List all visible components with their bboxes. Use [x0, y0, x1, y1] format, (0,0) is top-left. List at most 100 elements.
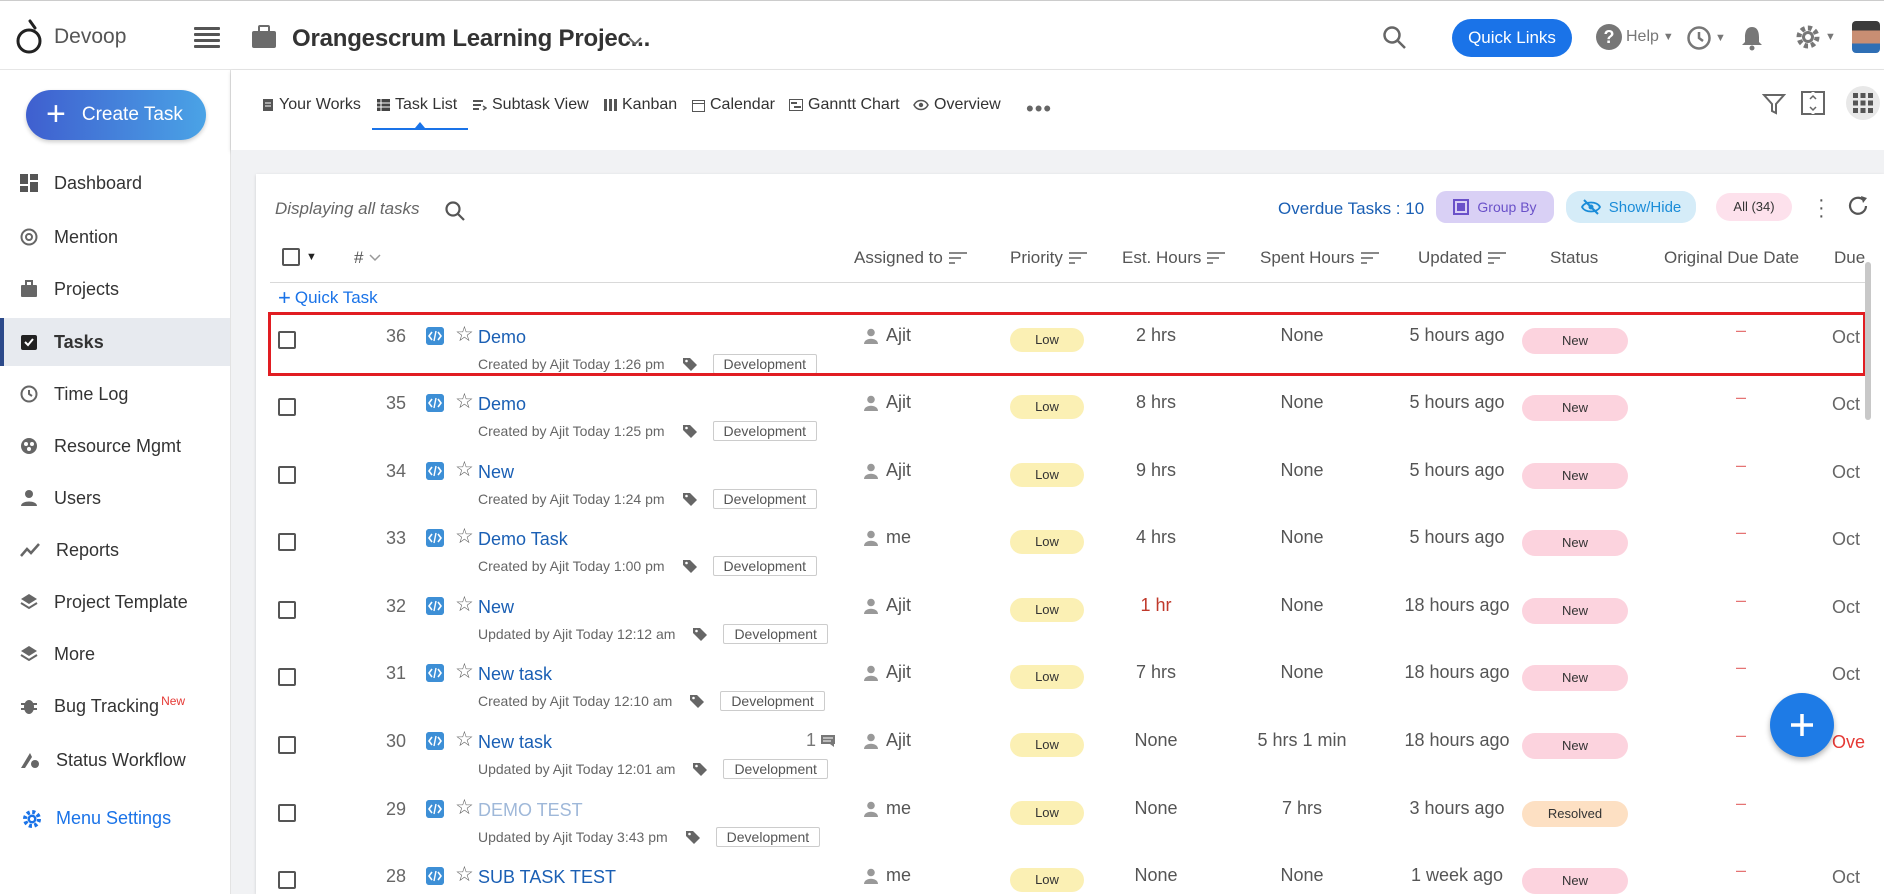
assignee[interactable]: me [864, 865, 911, 886]
priority-badge[interactable]: Low [1010, 801, 1084, 825]
apps-grid-icon[interactable] [1846, 86, 1880, 120]
search-icon[interactable] [444, 200, 466, 222]
status-badge[interactable]: New [1522, 868, 1628, 894]
status-badge[interactable]: Resolved [1522, 801, 1628, 827]
task-title-link[interactable]: New [478, 597, 514, 618]
row-checkbox[interactable] [278, 804, 296, 822]
tab-task-list[interactable]: Task List [377, 96, 457, 114]
quick-task-link[interactable]: + Quick Task [278, 287, 378, 309]
star-icon[interactable]: ☆ [455, 659, 474, 684]
row-checkbox[interactable] [278, 533, 296, 551]
table-row[interactable]: 28 ☆ SUB TASK TEST me Low None None 1 week ago N… [266, 854, 1868, 894]
status-badge[interactable]: New [1522, 530, 1628, 556]
help-menu[interactable]: ? Help ▼ [1596, 24, 1674, 50]
star-icon[interactable]: ☆ [455, 592, 474, 617]
table-row[interactable]: 29 ☆ DEMO TEST Updated by Ajit Today 3:43 p… [266, 787, 1868, 855]
column-header-priority[interactable]: Priority [1010, 248, 1087, 268]
priority-badge[interactable]: Low [1010, 733, 1084, 757]
hamburger-menu-icon[interactable] [194, 27, 220, 48]
priority-badge[interactable]: Low [1010, 463, 1084, 487]
star-icon[interactable]: ☆ [455, 862, 474, 887]
column-header-status[interactable]: Status [1550, 248, 1598, 268]
devoop-logo-icon[interactable] [14, 17, 44, 57]
quick-links-button[interactable]: Quick Links [1452, 19, 1572, 57]
sidebar-item-reports[interactable]: Reports [0, 526, 230, 574]
row-checkbox[interactable] [278, 398, 296, 416]
task-tag[interactable]: Development [723, 759, 828, 779]
caret-down-icon[interactable]: ▼ [306, 251, 317, 263]
tab-kanban[interactable]: Kanban [604, 96, 677, 114]
sidebar-item-bug-tracking[interactable]: Bug Tracking New [0, 682, 230, 730]
est-hours[interactable]: 8 hrs [1096, 392, 1216, 413]
recent-history-menu[interactable]: ▼ [1686, 25, 1726, 51]
status-badge[interactable]: New [1522, 395, 1628, 421]
est-hours[interactable]: 1 hr [1096, 595, 1216, 616]
show-hide-button[interactable]: Show/Hide [1566, 191, 1696, 223]
more-options-icon[interactable]: · · · [1818, 190, 1825, 226]
due-date[interactable]: Ove [1832, 732, 1865, 753]
filter-icon[interactable] [1762, 92, 1786, 116]
due-date[interactable]: Oct [1832, 529, 1860, 550]
assignee[interactable]: Ajit [864, 392, 911, 413]
row-checkbox[interactable] [278, 871, 296, 889]
row-checkbox[interactable] [278, 736, 296, 754]
column-header-assigned-to[interactable]: Assigned to [854, 248, 967, 268]
scrollbar-thumb[interactable] [1865, 262, 1871, 420]
task-title-link[interactable]: Demo Task [478, 529, 568, 550]
settings-menu[interactable]: ▼ [1794, 23, 1836, 51]
all-tasks-count-badge[interactable]: All (34) [1716, 193, 1792, 221]
task-title-link[interactable]: Demo [478, 394, 526, 415]
user-avatar[interactable] [1852, 21, 1880, 53]
due-date[interactable]: Oct [1832, 664, 1860, 685]
table-row[interactable]: 34 ☆ New Created by Ajit Today 1:24 pm Devel… [266, 449, 1868, 517]
table-row[interactable]: 30 ☆ New task Updated by Ajit Today 12:01 a… [266, 719, 1868, 787]
assignee[interactable]: Ajit [864, 662, 911, 683]
est-hours[interactable]: None [1096, 798, 1216, 819]
table-row[interactable]: 33 ☆ Demo Task Created by Ajit Today 1:00 p… [266, 516, 1868, 584]
task-title-link[interactable]: DEMO TEST [478, 800, 583, 821]
comment-count[interactable]: 1 [806, 730, 836, 751]
row-checkbox[interactable] [278, 466, 296, 484]
overdue-tasks-link[interactable]: Overdue Tasks : 10 [1278, 199, 1424, 219]
task-tag[interactable]: Development [712, 489, 818, 509]
task-title-link[interactable]: New task [478, 732, 552, 753]
tab-overview[interactable]: Overview [913, 96, 1001, 114]
due-date[interactable]: Oct [1832, 394, 1860, 415]
project-title[interactable]: Orangescrum Learning Projec... [292, 25, 650, 53]
assignee[interactable]: Ajit [864, 460, 911, 481]
star-icon[interactable]: ☆ [455, 727, 474, 752]
task-title-link[interactable]: New [478, 462, 514, 483]
column-header-number[interactable]: # [354, 248, 381, 268]
group-by-button[interactable]: Group By [1436, 191, 1554, 223]
add-floating-button[interactable] [1770, 693, 1834, 757]
sidebar-item-time-log[interactable]: Time Log [0, 370, 230, 418]
due-date[interactable]: Oct [1832, 462, 1860, 483]
est-hours[interactable]: 9 hrs [1096, 460, 1216, 481]
notification-bell-icon[interactable] [1740, 25, 1764, 51]
column-header-original-due-date[interactable]: Original Due Date [1664, 248, 1799, 268]
column-header-est-hours[interactable]: Est. Hours [1122, 248, 1226, 268]
table-row[interactable]: 35 ☆ Demo Created by Ajit Today 1:25 pm Deve… [266, 381, 1868, 449]
est-hours[interactable]: 7 hrs [1096, 662, 1216, 683]
status-badge[interactable]: New [1522, 463, 1628, 489]
star-icon[interactable]: ☆ [455, 389, 474, 414]
est-hours[interactable]: 4 hrs [1096, 527, 1216, 548]
select-all-control[interactable]: ▼ [282, 248, 317, 266]
tab-gantt-chart[interactable]: Ganntt Chart [789, 96, 900, 114]
tab-your-works[interactable]: Your Works [262, 96, 361, 114]
column-header-due[interactable]: Due [1834, 248, 1865, 268]
status-badge[interactable]: New [1522, 665, 1628, 691]
sidebar-item-mention[interactable]: Mention [0, 213, 230, 261]
due-date[interactable]: Oct [1832, 867, 1860, 888]
row-checkbox[interactable] [278, 668, 296, 686]
search-icon[interactable] [1382, 25, 1408, 51]
priority-badge[interactable]: Low [1010, 395, 1084, 419]
assignee[interactable]: me [864, 798, 911, 819]
menu-settings-link[interactable]: Menu Settings [22, 808, 171, 829]
sidebar-item-dashboard[interactable]: Dashboard [0, 159, 230, 207]
table-row[interactable]: 31 ☆ New task Created by Ajit Today 12:10 a… [266, 651, 1868, 719]
est-hours[interactable]: None [1096, 730, 1216, 751]
sidebar-item-tasks[interactable]: Tasks [0, 318, 230, 366]
table-row[interactable]: 32 ☆ New Updated by Ajit Today 12:12 am Deve… [266, 584, 1868, 652]
assignee[interactable]: me [864, 527, 911, 548]
